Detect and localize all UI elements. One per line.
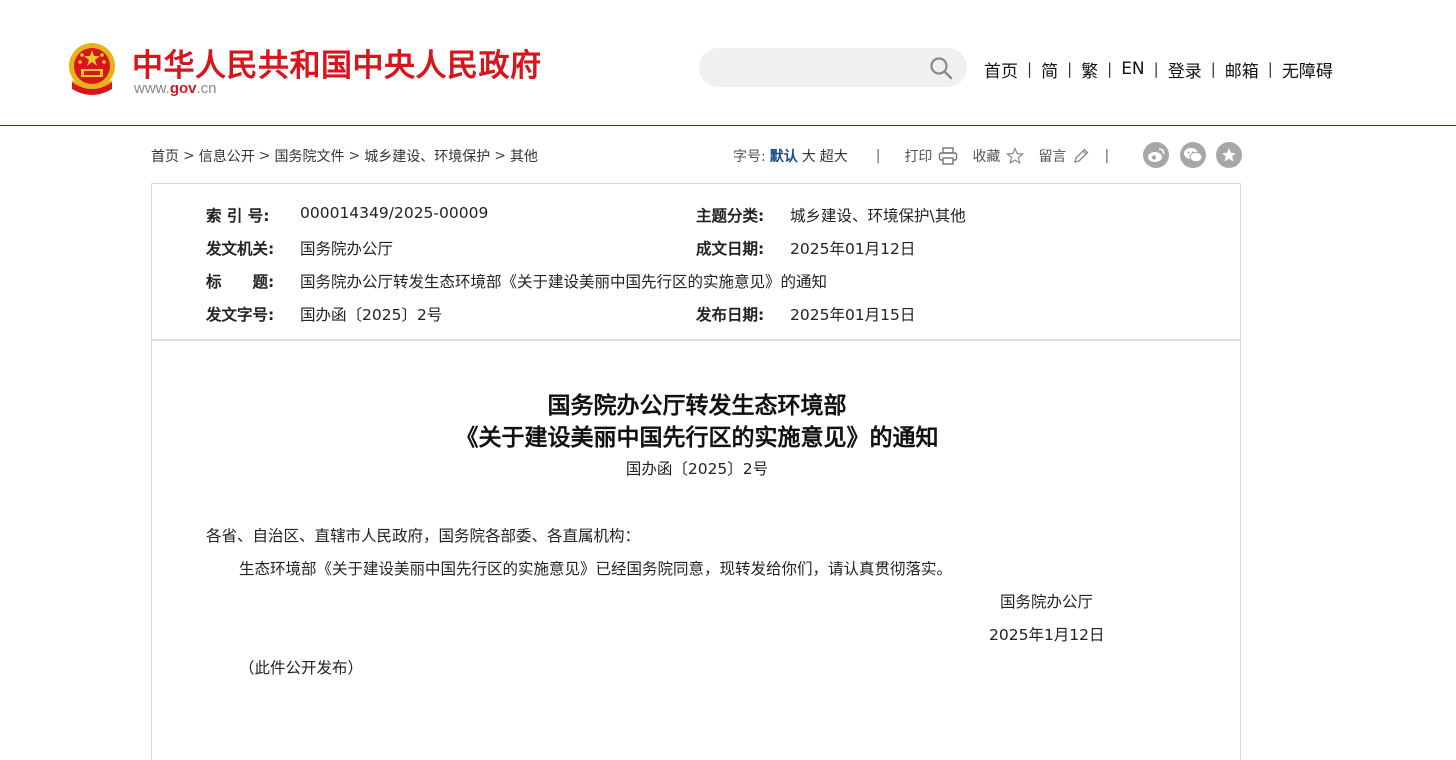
breadcrumb-home[interactable]: 首页 <box>151 146 179 166</box>
article-paragraph: 生态环境部《关于建设美丽中国先行区的实施意见》已经国务院同意，现转发给你们，请认… <box>239 560 953 578</box>
font-size-label: 字号: <box>733 149 766 165</box>
meta-publish-date: 发布日期: 2025年01月15日 <box>696 303 915 325</box>
nav-traditional[interactable]: 繁 <box>1081 57 1098 82</box>
pencil-icon <box>1074 148 1089 163</box>
nav-separator: | <box>1153 60 1159 78</box>
favorite-button[interactable]: 收藏 <box>972 146 1025 166</box>
meta-value: 000014349/2025-00009 <box>300 204 489 222</box>
nav-separator: | <box>1027 60 1033 78</box>
meta-written-date: 成文日期: 2025年01月12日 <box>696 237 915 259</box>
breadcrumb-separator: > <box>258 148 271 164</box>
article-doc-number: 国办函〔2025〕2号 <box>625 460 769 478</box>
breadcrumb-separator: > <box>494 148 506 164</box>
search-box <box>699 48 967 87</box>
site-domain[interactable]: www.gov.cn <box>134 80 217 97</box>
meta-issuer: 发文机关: 国务院办公厅 <box>206 237 393 259</box>
document-metadata: 索 引 号: 000014349/2025-00009 主题分类: 城乡建设、环… <box>151 183 1241 341</box>
font-size-default[interactable]: 默认 <box>770 146 798 166</box>
weibo-share-button[interactable] <box>1143 142 1169 168</box>
domain-suffix: .cn <box>196 80 217 97</box>
star-share-button[interactable] <box>1216 142 1242 168</box>
meta-label: 发布日期: <box>696 306 765 324</box>
search-input[interactable] <box>715 56 915 79</box>
meta-value: 国办函〔2025〕2号 <box>300 306 443 324</box>
meta-category: 主题分类: 城乡建设、环境保护\其他 <box>696 204 966 226</box>
star-share-icon <box>1222 148 1236 162</box>
printer-icon <box>939 147 958 165</box>
nav-home[interactable]: 首页 <box>984 57 1018 82</box>
national-emblem-icon[interactable] <box>66 41 118 97</box>
breadcrumb-separator: > <box>183 148 195 164</box>
meta-value: 2025年01月12日 <box>790 240 916 258</box>
article-salutation: 各省、自治区、直辖市人民政府，国务院各部委、各直属机构： <box>206 527 641 545</box>
search-icon[interactable] <box>929 56 953 80</box>
article-body: 国务院办公厅转发生态环境部 《关于建设美丽中国先行区的实施意见》的通知 国办函〔… <box>151 340 1241 760</box>
tools-separator: | <box>875 148 881 164</box>
font-size-large[interactable]: 大 <box>802 146 816 166</box>
article-date: 2025年1月12日 <box>989 626 1105 644</box>
domain-prefix: www. <box>134 80 170 97</box>
meta-label: 发文字号: <box>206 306 275 324</box>
comment-button[interactable]: 留言 <box>1038 146 1090 166</box>
breadcrumb-urban-rural[interactable]: 城乡建设、环境保护 <box>364 146 490 166</box>
font-size-xlarge[interactable]: 超大 <box>820 146 848 166</box>
meta-title: 标 题: 国务院办公厅转发生态环境部《关于建设美丽中国先行区的实施意见》的通知 <box>206 270 827 292</box>
breadcrumb-separator: > <box>348 148 361 164</box>
breadcrumb-state-council-docs[interactable]: 国务院文件 <box>274 146 344 166</box>
print-button[interactable]: 打印 <box>904 146 958 166</box>
meta-value: 国务院办公厅 <box>300 240 394 258</box>
nav-separator: | <box>1267 60 1273 78</box>
breadcrumb-other[interactable]: 其他 <box>510 146 538 166</box>
meta-label: 标 题: <box>206 273 275 291</box>
site-title[interactable]: 中华人民共和国中央人民政府 <box>132 40 542 85</box>
comment-label: 留言 <box>1038 149 1067 165</box>
nav-login[interactable]: 登录 <box>1168 57 1202 82</box>
nav-accessibility[interactable]: 无障碍 <box>1282 57 1333 82</box>
site-header: 中华人民共和国中央人民政府 www.gov.cn 首页 | 简 | 繁 | EN… <box>0 0 1456 126</box>
meta-doc-no: 发文字号: 国办函〔2025〕2号 <box>206 303 442 325</box>
wechat-share-button[interactable] <box>1180 142 1206 168</box>
meta-value: 国务院办公厅转发生态环境部《关于建设美丽中国先行区的实施意见》的通知 <box>300 273 828 291</box>
meta-value: 城乡建设、环境保护\其他 <box>790 207 966 225</box>
print-label: 打印 <box>904 149 933 165</box>
favorite-label: 收藏 <box>972 149 1001 165</box>
article-tools: 字号: 默认 大 超大 | 打印 收藏 留言 | <box>733 146 1133 166</box>
nav-separator: | <box>1107 60 1113 78</box>
meta-index-no: 索 引 号: 000014349/2025-00009 <box>206 204 488 226</box>
article-public-note: （此件公开发布） <box>239 659 364 677</box>
star-icon <box>1006 147 1025 165</box>
nav-mailbox[interactable]: 邮箱 <box>1225 57 1259 82</box>
meta-value: 2025年01月15日 <box>790 306 916 324</box>
wechat-icon <box>1184 148 1203 163</box>
meta-label: 发文机关: <box>206 240 275 258</box>
article-signature: 国务院办公厅 <box>1000 593 1094 611</box>
article-title-line1: 国务院办公厅转发生态环境部 <box>547 393 847 419</box>
article-title-line2: 《关于建设美丽中国先行区的实施意见》的通知 <box>455 425 939 451</box>
meta-label: 成文日期: <box>696 240 765 258</box>
meta-label: 索 引 号: <box>206 207 270 225</box>
top-nav: 首页 | 简 | 繁 | EN | 登录 | 邮箱 | 无障碍 <box>984 57 1333 82</box>
breadcrumb: 首页 > 信息公开 > 国务院文件 > 城乡建设、环境保护 > 其他 <box>151 146 538 166</box>
nav-separator: | <box>1067 60 1073 78</box>
nav-english[interactable]: EN <box>1121 59 1144 79</box>
nav-simplified[interactable]: 简 <box>1041 57 1058 82</box>
weibo-icon <box>1148 148 1165 162</box>
tools-separator: | <box>1104 148 1110 164</box>
meta-label: 主题分类: <box>696 207 765 225</box>
domain-gov: gov <box>169 80 197 97</box>
nav-separator: | <box>1210 60 1216 78</box>
breadcrumb-info-public[interactable]: 信息公开 <box>199 146 255 166</box>
